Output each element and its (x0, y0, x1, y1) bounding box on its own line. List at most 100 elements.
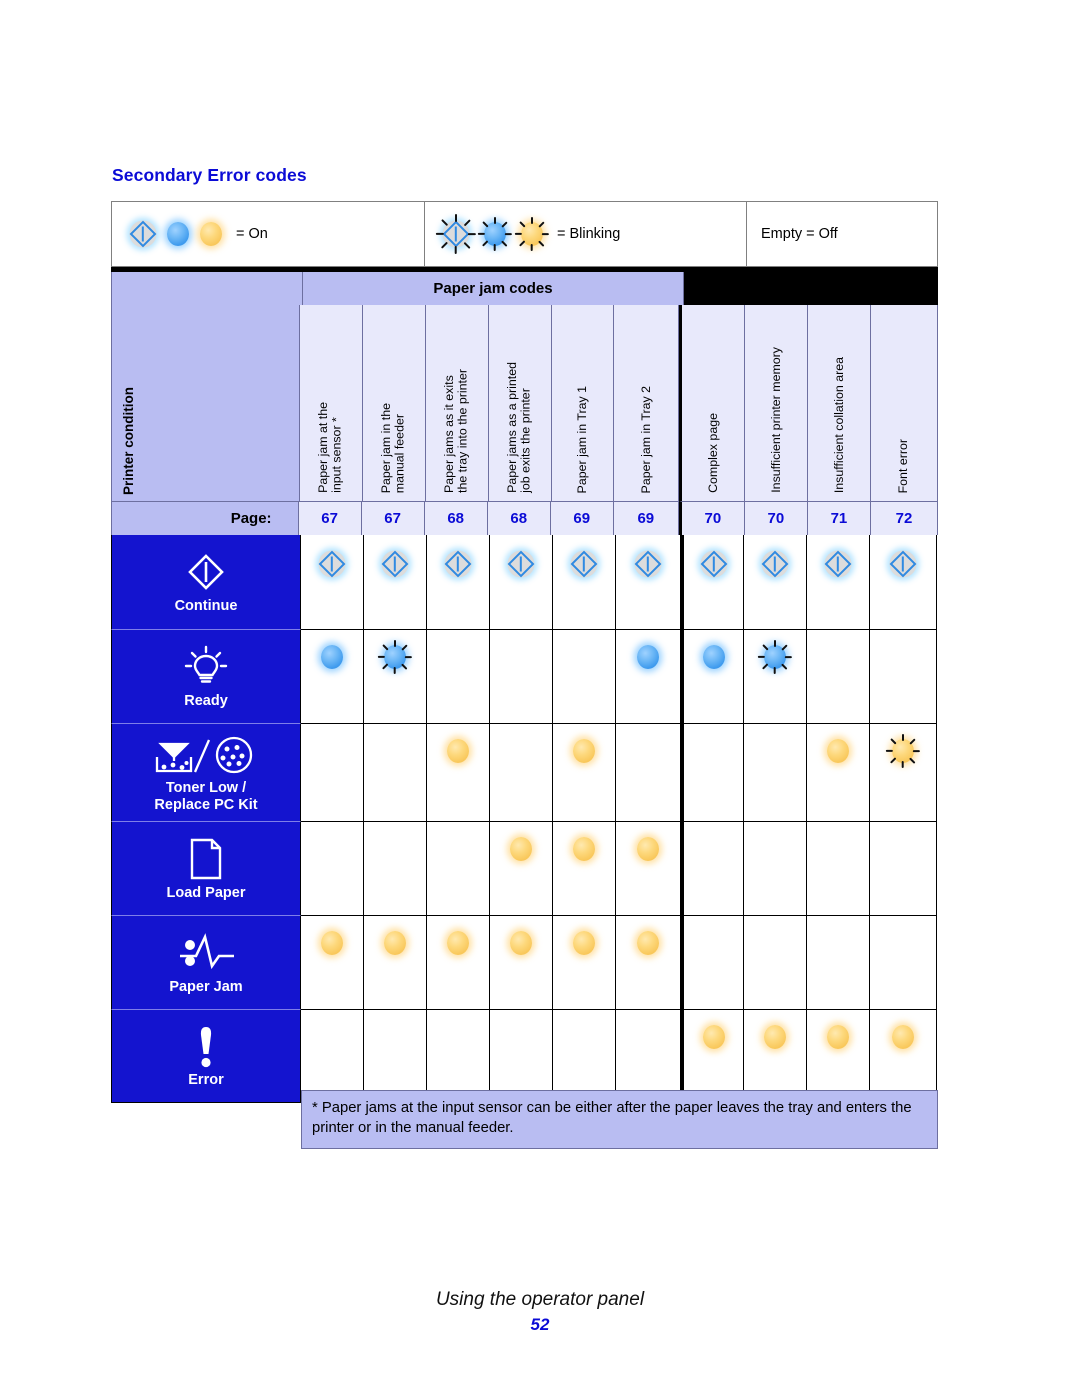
paper-jam-icon (174, 930, 238, 976)
blue-led-on-icon (319, 644, 345, 670)
led-cell (870, 916, 937, 1010)
printer-condition-label: Toner Low / Replace PC Kit (154, 780, 258, 813)
led-cell (490, 535, 553, 630)
page-number-1: 67 (298, 501, 362, 535)
led-cell (301, 916, 364, 1010)
amber-led-blinking-icon (515, 217, 550, 251)
printer-condition-load-paper: Load Paper (111, 822, 301, 916)
error-exclamation-icon (191, 1023, 221, 1069)
led-cell (616, 916, 681, 1010)
led-cell (870, 822, 937, 916)
blue-led-icon (165, 221, 191, 247)
table-row: Ready (111, 630, 938, 724)
led-cell (681, 822, 744, 916)
led-cell (553, 916, 616, 1010)
led-cell (616, 724, 681, 822)
column-header-label: Paper jam in Tray 1 (574, 385, 589, 493)
table-body: Continue Ready Toner Low / Replace PC Kit Lo… (111, 535, 938, 1103)
group-header-spacer (111, 272, 303, 305)
led-cell (490, 916, 553, 1010)
led-cell (616, 535, 681, 630)
led-cell (364, 724, 427, 822)
continue-diamond-icon (888, 549, 918, 579)
led-cell (870, 630, 937, 724)
legend-on-icons (128, 219, 224, 249)
paper-jam-codes-header: Paper jam codes (303, 272, 684, 305)
page-title: Secondary Error codes (112, 165, 307, 185)
amber-led-on-icon (571, 930, 597, 956)
led-cell (616, 630, 681, 724)
ready-lightbulb-icon (183, 644, 229, 690)
continue-diamond-icon (184, 549, 228, 595)
table-row: Continue (111, 535, 938, 630)
led-cell (364, 916, 427, 1010)
amber-led-on-icon (890, 1024, 916, 1050)
page-row-label: Page: (111, 501, 299, 535)
page-number-5: 69 (550, 501, 614, 535)
printer-condition-label: Continue (174, 598, 238, 614)
column-header-2: Paper jam in the manual feeder (362, 305, 426, 501)
printer-condition-label: Paper Jam (169, 978, 243, 995)
legend-off: Empty = Off (747, 202, 937, 266)
led-cell (553, 535, 616, 630)
led-cell (807, 822, 870, 916)
amber-led-on-icon (445, 930, 471, 956)
printer-condition-label: Error (188, 1072, 224, 1088)
printer-condition-paper-jam: Paper Jam (111, 916, 301, 1010)
amber-led-on-icon (508, 930, 534, 956)
column-header-6: Paper jam in Tray 2 (614, 305, 680, 501)
continue-diamond-icon (569, 549, 599, 579)
amber-led-on-icon (762, 1024, 788, 1050)
table-row: Paper Jam (111, 916, 938, 1010)
led-cell (301, 724, 364, 822)
page-number-10: 72 (870, 501, 938, 535)
column-header-label: Paper jam at the input sensor * (316, 402, 344, 493)
led-cell (364, 822, 427, 916)
continue-diamond-icon (380, 549, 410, 579)
column-header-8: Insufficient printer memory (745, 305, 809, 501)
column-header-4: Paper jams as a printed job exits the pri… (488, 305, 552, 501)
blue-led-on-icon (635, 644, 661, 670)
printer-condition-ready: Ready (111, 630, 301, 724)
led-cell (553, 724, 616, 822)
toner-low-pc-kit-icon (151, 731, 261, 777)
continue-diamond-icon (823, 549, 853, 579)
legend-on: = On (112, 202, 425, 266)
column-header-7: Complex page (679, 305, 746, 501)
amber-led-on-icon (571, 738, 597, 764)
blue-led-on-icon (701, 644, 727, 670)
printer-condition-header: Printer condition (111, 305, 300, 501)
document-page: Secondary Error codes = On = Blinking Em… (0, 0, 1080, 1397)
legend-box: = On = Blinking Empty = Off (111, 201, 938, 267)
led-cell (616, 822, 681, 916)
led-cell (681, 630, 744, 724)
led-cell (807, 724, 870, 822)
column-header-label: Paper jams as it exits the tray into the … (442, 369, 470, 493)
column-header-label: Insufficient collation area (831, 356, 846, 493)
page-number-2: 67 (361, 501, 425, 535)
page-number-7: 70 (678, 501, 745, 535)
page-footer: Using the operator panel 52 (0, 1289, 1080, 1335)
led-cell (744, 724, 807, 822)
table-column-header-row: Printer condition Paper jam at the input … (111, 305, 939, 501)
led-cell (807, 916, 870, 1010)
led-cell (490, 630, 553, 724)
led-cell (870, 724, 937, 822)
legend-blinking-icons (436, 214, 550, 254)
column-header-9: Insufficient collation area (808, 305, 872, 501)
blue-led-blinking-icon (378, 640, 413, 674)
continue-diamond-icon (760, 549, 790, 579)
legend-blinking-label: = Blinking (557, 226, 621, 242)
led-cell (301, 630, 364, 724)
column-header-1: Paper jam at the input sensor * (299, 305, 363, 501)
group-header-black-gap (684, 272, 938, 305)
amber-led-on-icon (635, 930, 661, 956)
table-page-row: Page: 67 67 68 68 69 69 70 70 71 72 (111, 501, 938, 535)
page-number-9: 71 (807, 501, 871, 535)
table-row: Toner Low / Replace PC Kit (111, 724, 938, 822)
column-header-10: Font error (871, 305, 939, 501)
led-cell (553, 630, 616, 724)
led-cell (744, 535, 807, 630)
led-cell (301, 822, 364, 916)
column-header-label: Font error (896, 438, 911, 493)
